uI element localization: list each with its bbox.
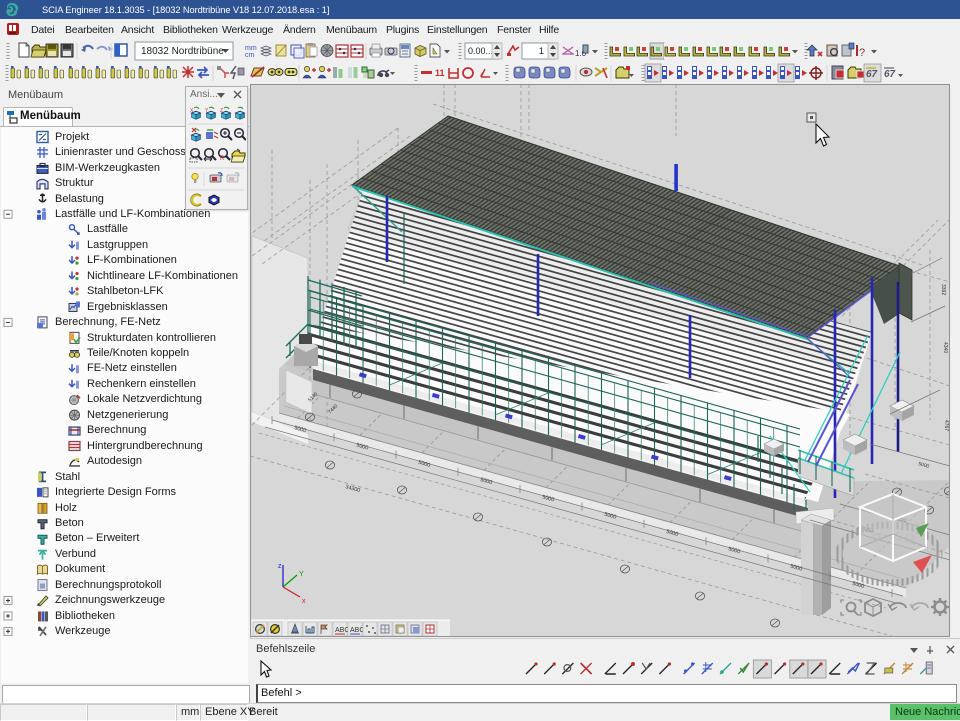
svg-text:0.00...: 0.00... (468, 46, 493, 56)
svg-text:ABC: ABC (350, 627, 364, 634)
svg-text:R: R (220, 156, 225, 162)
svg-text:1: 1 (539, 46, 544, 57)
svg-text:cm: cm (245, 52, 255, 59)
svg-text:4340: 4340 (942, 342, 948, 353)
svg-text:67: 67 (866, 69, 878, 80)
svg-text:z: z (278, 563, 282, 570)
svg-text:3392: 3392 (940, 284, 946, 295)
svg-text:Z: Z (220, 108, 223, 114)
svg-text:4767: 4767 (943, 420, 949, 431)
svg-text:11: 11 (435, 68, 445, 78)
svg-text:Y: Y (299, 571, 304, 578)
svg-text:x: x (302, 598, 306, 605)
svg-text:67: 67 (884, 69, 896, 80)
svg-text:ABC: ABC (335, 627, 349, 634)
svg-text:mm: mm (245, 45, 257, 52)
